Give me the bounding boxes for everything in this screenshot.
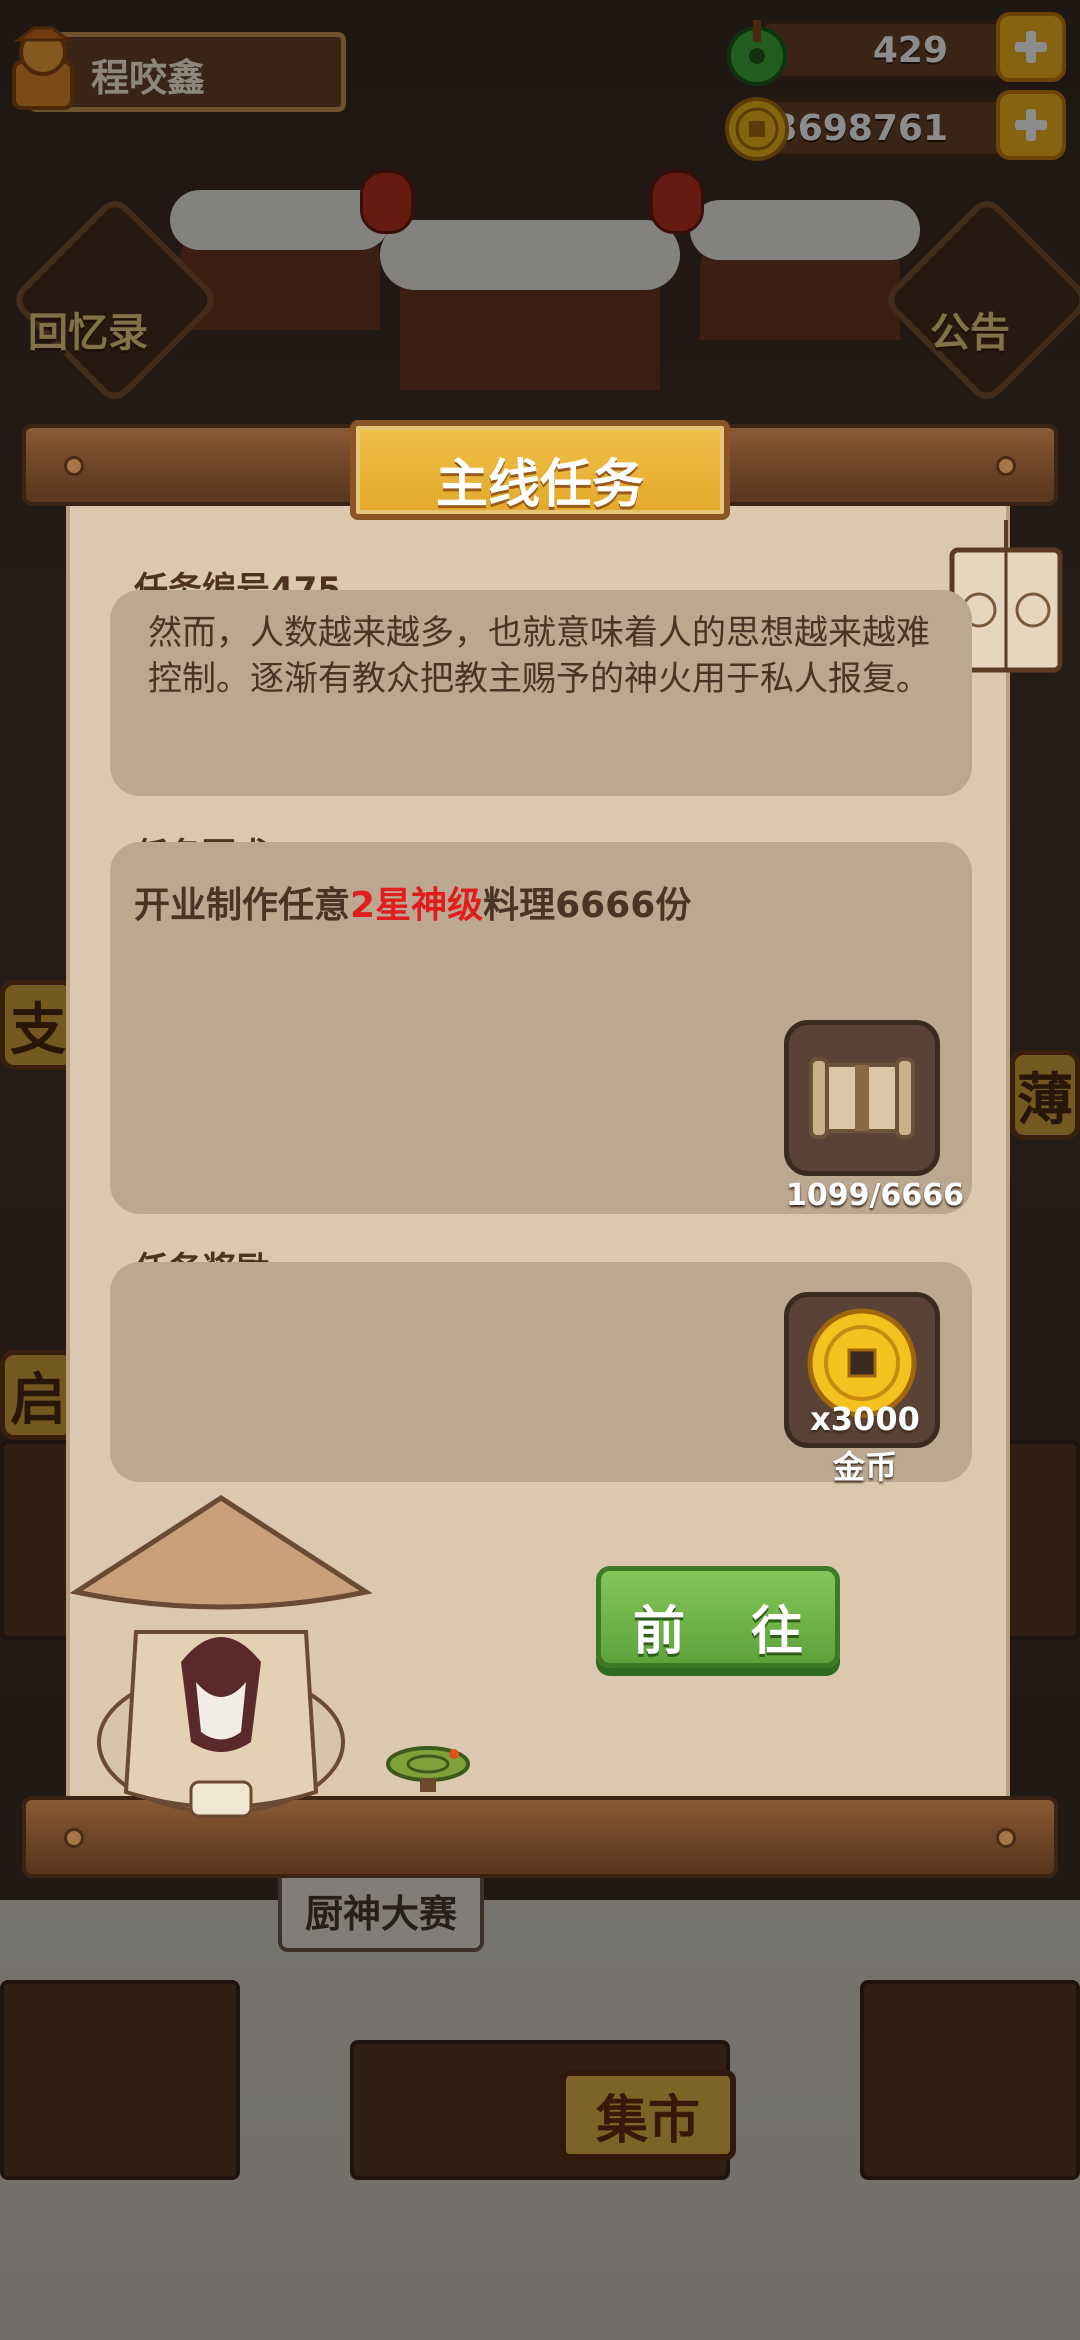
go-button-label: 前 往 <box>632 1602 828 1662</box>
dialog-title-plate: 主线任务 <box>350 420 730 520</box>
straw-hat-mascot-icon <box>69 1495 373 1818</box>
requirement-highlight: 2星神级 <box>350 885 484 926</box>
rod-nail <box>996 1828 1016 1848</box>
go-button[interactable]: 前 往 <box>596 1566 840 1668</box>
rod-nail <box>64 456 84 476</box>
requirement-item-slot[interactable] <box>784 1020 940 1176</box>
rod-nail <box>996 456 1016 476</box>
reward-name: 金币 <box>832 1448 897 1486</box>
incense-coil-icon <box>386 1746 470 1792</box>
reward-quantity: x3000 <box>810 1400 920 1438</box>
requirement-suffix: 料理6666份 <box>483 885 692 926</box>
dialog-title: 主线任务 <box>435 455 644 515</box>
recipe-scroll-icon <box>809 1057 915 1139</box>
rod-nail <box>64 1828 84 1848</box>
requirement-progress: 1099/6666 <box>786 1178 964 1213</box>
requirement-prefix: 开业制作任意 <box>134 885 351 926</box>
task-description: 然而，人数越来越多，也就意味着人的思想越来越难控制。逐渐有教众把教主赐予的神火用… <box>148 613 930 699</box>
requirement-text: 开业制作任意2星神级料理6666份 <box>134 876 691 928</box>
